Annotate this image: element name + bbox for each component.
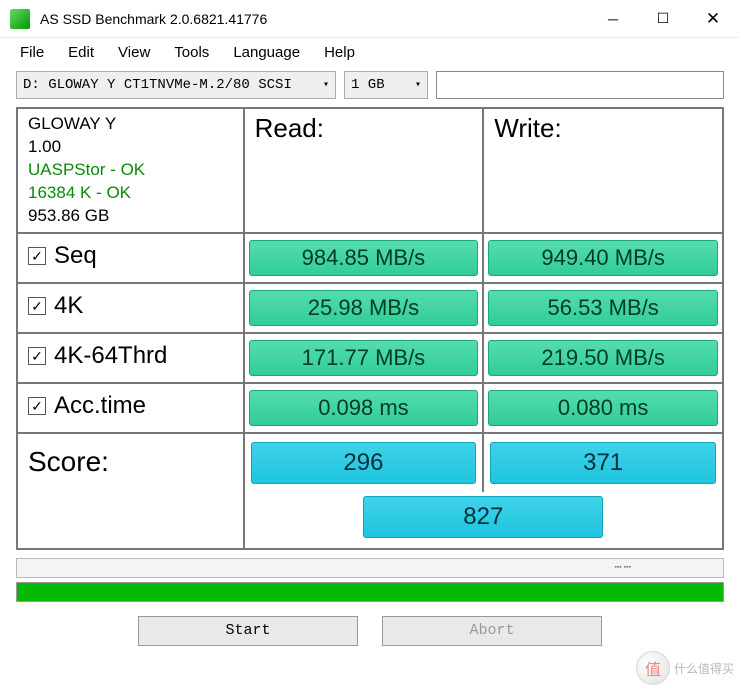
drive-alignment-status: 16384 K - OK — [28, 182, 233, 205]
size-select[interactable]: 1 GB ▾ — [344, 71, 428, 99]
app-icon — [10, 9, 30, 29]
score-label: Score: — [17, 433, 244, 549]
score-total-value: 827 — [363, 496, 603, 538]
menu-file[interactable]: File — [20, 44, 44, 61]
minimize-button[interactable]: ─ — [588, 3, 638, 35]
acc-read-value: 0.098 ms — [249, 390, 479, 426]
menu-tools[interactable]: Tools — [174, 44, 209, 61]
row-score: Score: 296 371 — [17, 433, 723, 492]
fourk-checkbox[interactable]: ✓ — [28, 297, 46, 315]
drive-select-value: D: GLOWAY Y CT1TNVMe-M.2/80 SCSI — [23, 77, 292, 93]
row-4k64: ✓ 4K-64Thrd 171.77 MB/s 219.50 MB/s — [17, 333, 723, 383]
watermark: 值 什么值得买 — [636, 651, 734, 685]
fourk64-checkbox[interactable]: ✓ — [28, 347, 46, 365]
drive-driver-status: UASPStor - OK — [28, 159, 233, 182]
write-header: Write: — [483, 108, 723, 233]
chevron-down-icon: ▾ — [323, 79, 329, 91]
menu-view[interactable]: View — [118, 44, 150, 61]
button-row: Start Abort — [0, 606, 740, 658]
drive-name: GLOWAY Y — [28, 113, 233, 136]
menu-language[interactable]: Language — [233, 44, 300, 61]
close-button[interactable]: ✕ — [688, 3, 738, 35]
progress-bar — [16, 582, 724, 602]
acc-write-value: 0.080 ms — [488, 390, 718, 426]
fourk64-label: 4K-64Thrd — [54, 342, 167, 370]
drive-info-cell: GLOWAY Y 1.00 UASPStor - OK 16384 K - OK… — [17, 108, 244, 233]
fourk-label: 4K — [54, 292, 83, 320]
progress-dots-icon: ┄┄ — [615, 560, 633, 574]
seq-write-value: 949.40 MB/s — [488, 240, 718, 276]
window-controls: ─ ☐ ✕ — [588, 3, 738, 35]
filter-input[interactable] — [436, 71, 724, 99]
row-acc: ✓ Acc.time 0.098 ms 0.080 ms — [17, 383, 723, 433]
fourk-read-value: 25.98 MB/s — [249, 290, 479, 326]
row-seq: ✓ Seq 984.85 MB/s 949.40 MB/s — [17, 233, 723, 283]
drive-firmware: 1.00 — [28, 136, 233, 159]
score-write-value: 371 — [490, 442, 716, 484]
acc-label: Acc.time — [54, 392, 146, 420]
toolbar: D: GLOWAY Y CT1TNVMe-M.2/80 SCSI ▾ 1 GB … — [0, 71, 740, 107]
start-button[interactable]: Start — [138, 616, 358, 646]
fourk-write-value: 56.53 MB/s — [488, 290, 718, 326]
read-header: Read: — [244, 108, 484, 233]
results-area: GLOWAY Y 1.00 UASPStor - OK 16384 K - OK… — [0, 107, 740, 550]
drive-capacity: 953.86 GB — [28, 205, 233, 228]
fourk64-write-value: 219.50 MB/s — [488, 340, 718, 376]
chevron-down-icon: ▾ — [415, 79, 421, 91]
seq-label: Seq — [54, 242, 97, 270]
watermark-badge-icon: 值 — [636, 651, 670, 685]
size-select-value: 1 GB — [351, 77, 385, 93]
fourk64-read-value: 171.77 MB/s — [249, 340, 479, 376]
abort-button: Abort — [382, 616, 602, 646]
watermark-text: 什么值得买 — [674, 660, 734, 677]
titlebar: AS SSD Benchmark 2.0.6821.41776 ─ ☐ ✕ — [0, 0, 740, 38]
menubar: File Edit View Tools Language Help — [0, 38, 740, 71]
progress-area: ┄┄ — [0, 550, 740, 606]
progress-text: ┄┄ — [16, 558, 724, 578]
score-read-value: 296 — [251, 442, 477, 484]
acc-checkbox[interactable]: ✓ — [28, 397, 46, 415]
drive-select[interactable]: D: GLOWAY Y CT1TNVMe-M.2/80 SCSI ▾ — [16, 71, 336, 99]
menu-help[interactable]: Help — [324, 44, 355, 61]
seq-read-value: 984.85 MB/s — [249, 240, 479, 276]
menu-edit[interactable]: Edit — [68, 44, 94, 61]
row-4k: ✓ 4K 25.98 MB/s 56.53 MB/s — [17, 283, 723, 333]
seq-checkbox[interactable]: ✓ — [28, 247, 46, 265]
results-table: GLOWAY Y 1.00 UASPStor - OK 16384 K - OK… — [16, 107, 724, 550]
window-title: AS SSD Benchmark 2.0.6821.41776 — [40, 11, 588, 27]
maximize-button[interactable]: ☐ — [638, 3, 688, 35]
